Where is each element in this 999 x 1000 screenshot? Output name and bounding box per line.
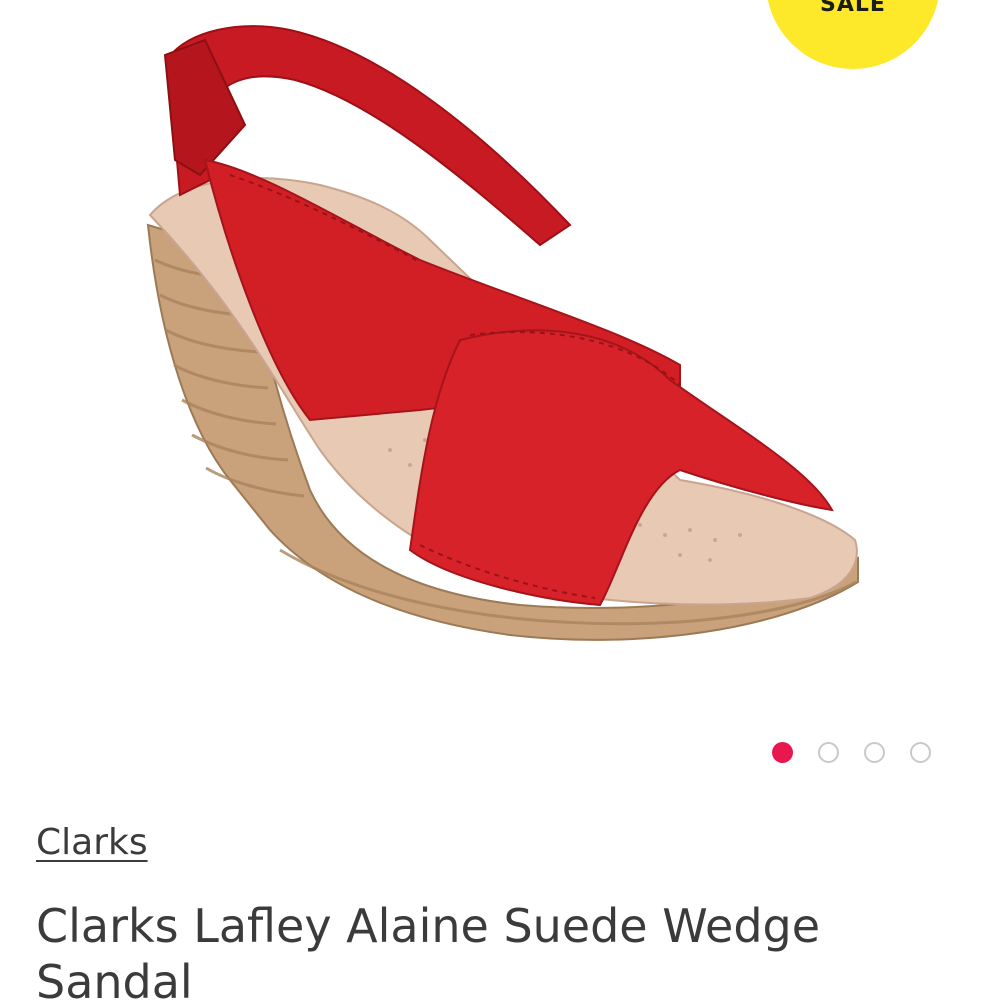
sale-badge-label: SALE [820, 0, 886, 17]
gallery-dot-2[interactable] [818, 742, 839, 763]
product-image[interactable] [120, 10, 880, 660]
gallery-dot-3[interactable] [864, 742, 885, 763]
brand-link[interactable]: Clarks [36, 822, 148, 863]
gallery-pagination [772, 742, 931, 763]
product-page: SALE Clarks Clarks Lafley Alaine Suede W… [0, 0, 999, 1000]
gallery-dot-4[interactable] [910, 742, 931, 763]
product-image-gallery[interactable]: SALE [0, 0, 999, 790]
gallery-dot-1[interactable] [772, 742, 793, 763]
product-title: Clarks Lafley Alaine Suede Wedge Sandal [36, 899, 821, 1000]
